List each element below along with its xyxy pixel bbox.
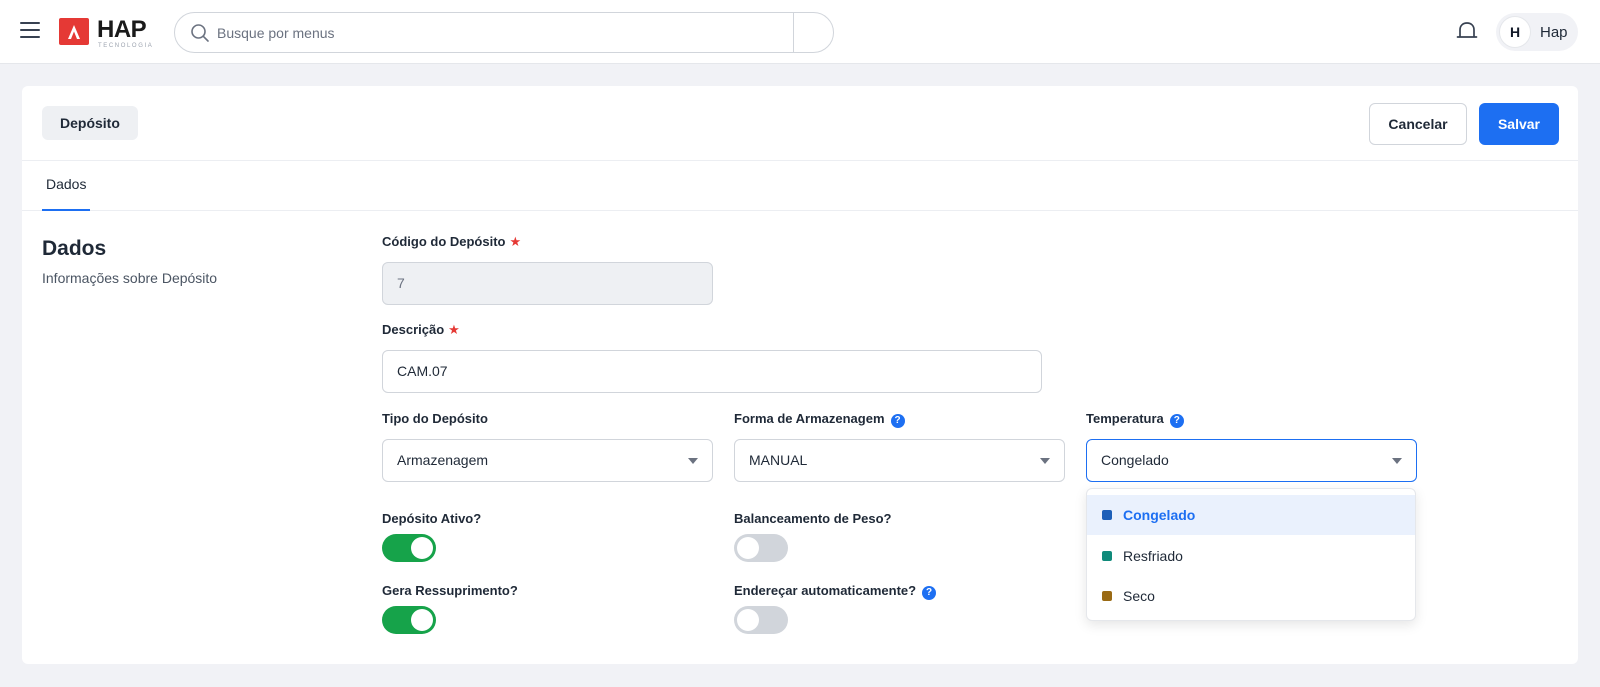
option-label: Congelado xyxy=(1123,507,1196,523)
descricao-label-text: Descrição xyxy=(382,322,445,337)
forma-label-text: Forma de Armazenagem xyxy=(734,411,885,426)
tab-dados[interactable]: Dados xyxy=(42,161,91,211)
user-menu[interactable]: H Hap xyxy=(1496,13,1578,51)
forma-select-value: MANUAL xyxy=(749,452,808,468)
descricao-label: Descrição ★ xyxy=(382,322,460,338)
logo-text: HAP xyxy=(97,16,147,43)
required-star-icon: ★ xyxy=(448,322,460,337)
help-icon[interactable]: ? xyxy=(922,586,937,600)
cancel-button[interactable]: Cancelar xyxy=(1369,103,1467,145)
temperatura-dropdown: Congelado Resfriado Seco xyxy=(1086,488,1416,621)
active-tab-indicator xyxy=(42,209,91,211)
balanceamento-toggle[interactable] xyxy=(734,534,788,562)
help-icon[interactable]: ? xyxy=(1169,414,1184,428)
toggle-knob xyxy=(411,609,433,631)
tipo-select-value: Armazenagem xyxy=(397,452,489,468)
toggle-knob xyxy=(737,609,759,631)
section-title: Dados xyxy=(42,237,107,260)
color-swatch-icon xyxy=(1102,591,1112,601)
card-header: Depósito Cancelar Salvar xyxy=(22,86,1578,161)
temperatura-select[interactable]: Congelado xyxy=(1086,439,1417,482)
ativo-label: Depósito Ativo? xyxy=(382,511,482,526)
tab-label: Dados xyxy=(46,176,87,192)
help-icon[interactable]: ? xyxy=(890,414,905,428)
balanceamento-label: Balanceamento de Peso? xyxy=(734,511,892,526)
ressuprimento-label: Gera Ressuprimento? xyxy=(382,583,518,598)
toggle-knob xyxy=(737,537,759,559)
chevron-down-icon xyxy=(1392,458,1402,464)
chevron-down-icon xyxy=(1040,458,1050,464)
save-button[interactable]: Salvar xyxy=(1479,103,1559,145)
tab-bar: Dados xyxy=(22,161,1578,211)
toggle-knob xyxy=(411,537,433,559)
codigo-label-text: Código do Depósito xyxy=(382,234,506,249)
forma-select[interactable]: MANUAL xyxy=(734,439,1065,482)
option-label: Resfriado xyxy=(1123,548,1183,564)
logo-subtitle: TECNOLOGIA xyxy=(98,43,154,49)
top-bar: HAP TECNOLOGIA H Hap xyxy=(0,0,1600,64)
temperatura-label-text: Temperatura xyxy=(1086,411,1164,426)
ativo-toggle[interactable] xyxy=(382,534,436,562)
temperatura-label: Temperatura? xyxy=(1086,411,1184,428)
option-congelado[interactable]: Congelado xyxy=(1087,495,1415,535)
option-resfriado[interactable]: Resfriado xyxy=(1087,536,1415,576)
section-description: Informações sobre Depósito xyxy=(42,270,218,286)
avatar: H xyxy=(1499,16,1531,48)
search-input[interactable] xyxy=(217,21,757,45)
codigo-label: Código do Depósito ★ xyxy=(382,234,521,250)
search-option-button[interactable] xyxy=(794,13,834,52)
enderecar-toggle[interactable] xyxy=(734,606,788,634)
color-swatch-icon xyxy=(1102,510,1112,520)
tipo-label: Tipo do Depósito xyxy=(382,411,488,426)
option-label: Seco xyxy=(1123,588,1155,604)
menu-icon[interactable] xyxy=(20,22,42,40)
descricao-field[interactable]: CAM.07 xyxy=(382,350,1042,393)
search-icon xyxy=(190,23,210,48)
temperatura-select-value: Congelado xyxy=(1101,452,1169,468)
chevron-down-icon xyxy=(688,458,698,464)
enderecar-label: Endereçar automaticamente?? xyxy=(734,583,937,600)
forma-label: Forma de Armazenagem? xyxy=(734,411,905,428)
search-bar xyxy=(174,12,834,53)
user-name: Hap xyxy=(1540,24,1568,41)
enderecar-label-text: Endereçar automaticamente? xyxy=(734,583,917,598)
breadcrumb[interactable]: Depósito xyxy=(42,106,138,140)
tipo-select[interactable]: Armazenagem xyxy=(382,439,713,482)
ressuprimento-toggle[interactable] xyxy=(382,606,436,634)
required-star-icon: ★ xyxy=(509,234,522,249)
color-swatch-icon xyxy=(1102,551,1112,561)
option-seco[interactable]: Seco xyxy=(1087,576,1415,616)
logo-mark-icon xyxy=(59,18,89,45)
notification-bell-icon[interactable] xyxy=(1455,20,1479,47)
codigo-field: 7 xyxy=(382,262,713,305)
